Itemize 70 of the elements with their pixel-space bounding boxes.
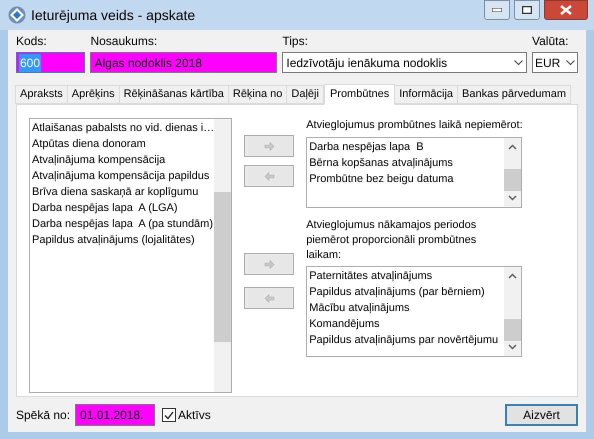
list-label: Atvieglojumus nākamajos periodos piemērot proporcionāli prombūtnes laikam: [306, 218, 478, 263]
close-button[interactable] [544, 0, 588, 20]
active-label: Aktīvs [178, 407, 211, 424]
left-arrow-icon [264, 294, 275, 302]
field-label: Kods: [16, 34, 48, 49]
list-item[interactable]: Atvaļinājuma kompensācija papildus [32, 168, 214, 184]
list-item[interactable]: Brīva diena saskaņā ar koplīgumu [32, 184, 214, 200]
list-item[interactable]: Atpūtas diena donoram [32, 136, 214, 152]
list-item[interactable]: Paternitātes atvaļinājums [309, 268, 504, 284]
date-field[interactable]: 01.01.2018. [75, 404, 156, 426]
app-icon [8, 6, 26, 24]
move-button[interactable] [244, 135, 294, 157]
scrollbar[interactable] [214, 119, 232, 392]
scroll-down-icon[interactable] [508, 195, 518, 201]
close-icon [560, 5, 572, 15]
minimize-button[interactable] [484, 0, 510, 20]
close-dialog-button[interactable]: Aizvērt [505, 404, 578, 426]
tab[interactable]: Rēķināšanas kārtība [118, 85, 229, 104]
list-item[interactable]: Atlaišanas pabalsts no vid. dienas i… [32, 120, 214, 136]
tab[interactable]: Bankas pārvedumam [457, 85, 571, 104]
list-item[interactable]: Darba nespējas lapa A (LGA) [32, 200, 214, 216]
scroll-down-icon[interactable] [508, 344, 518, 350]
list-item[interactable]: Papildus atvaļinājums par novērtējumu [309, 332, 504, 348]
valid-from-label: Spēkā no: [16, 407, 70, 424]
tab[interactable]: Prombūtnes [324, 84, 396, 105]
minimize-icon [492, 8, 502, 12]
name-field[interactable]: Algas nodoklis 2018 [90, 52, 278, 73]
list-box[interactable]: Paternitātes atvaļinājums Papildus atvaļinājums (par bērniem) Mācību atvaļinājums Komandējums Papildus atvaļinājums par novērtējumu [306, 266, 522, 357]
left-arrow-icon [264, 172, 275, 180]
list-item[interactable]: Bērna kopšanas atvaļinājums [309, 155, 504, 171]
scroll-up-icon[interactable] [508, 144, 518, 150]
scroll-thumb[interactable] [214, 192, 232, 342]
field-label: Tips: [282, 34, 309, 49]
tab[interactable]: Apraksts [15, 85, 68, 104]
right-arrow-icon [264, 142, 275, 150]
restore-button[interactable] [514, 0, 540, 20]
type-dropdown[interactable]: Iedzīvotāju ienākuma nodoklis [282, 52, 528, 73]
list-item[interactable]: Papildus atvaļinājums (par bērniem) [309, 284, 504, 300]
scroll-thumb[interactable] [504, 319, 522, 341]
chevron-down-icon [566, 60, 575, 66]
list-item[interactable]: Komandējums [309, 316, 504, 332]
list-item[interactable]: Atvaļinājuma kompensācija [32, 152, 214, 168]
tab[interactable]: Rēķina no [228, 85, 288, 104]
tab[interactable]: Daļēji [286, 85, 324, 104]
currency-dropdown[interactable]: EUR [532, 52, 578, 73]
list-item[interactable]: Darba nespējas lapa B [309, 139, 504, 155]
active-checkbox[interactable] [162, 408, 176, 422]
move-button[interactable] [244, 287, 294, 309]
move-button[interactable] [244, 253, 294, 275]
list-box[interactable] [29, 118, 232, 393]
list-box[interactable]: Darba nespējas lapa B Bērna kopšanas atvaļinājums Prombūtne bez beigu datuma [306, 137, 522, 208]
list-item[interactable]: Prombūtne bez beigu datuma [309, 171, 504, 187]
restore-icon [522, 6, 532, 14]
field-label: Valūta: [532, 34, 570, 49]
scrollbar[interactable] [504, 138, 522, 207]
scrollbar[interactable] [504, 267, 522, 356]
check-icon [164, 410, 174, 420]
list-label: Atvieglojumus prombūtnes laikā nepiemērot: [306, 118, 522, 133]
window-title: Ieturējuma veids - apskate [31, 6, 196, 25]
scroll-thumb[interactable] [504, 169, 522, 191]
right-arrow-icon [264, 260, 275, 268]
list-item[interactable]: Papildus atvaļinājums (lojalitātes) [32, 232, 214, 248]
scroll-up-icon[interactable] [508, 273, 518, 279]
field-label: Nosaukums: [90, 34, 158, 49]
chevron-down-icon [514, 60, 524, 66]
tab[interactable]: Informācija [394, 85, 458, 104]
move-button[interactable] [244, 165, 294, 187]
tab[interactable]: Aprēķins [66, 85, 120, 104]
list-item[interactable]: Darba nespējas lapa A (pa stundām) [32, 216, 214, 232]
list-item[interactable]: Mācību atvaļinājums [309, 300, 504, 316]
